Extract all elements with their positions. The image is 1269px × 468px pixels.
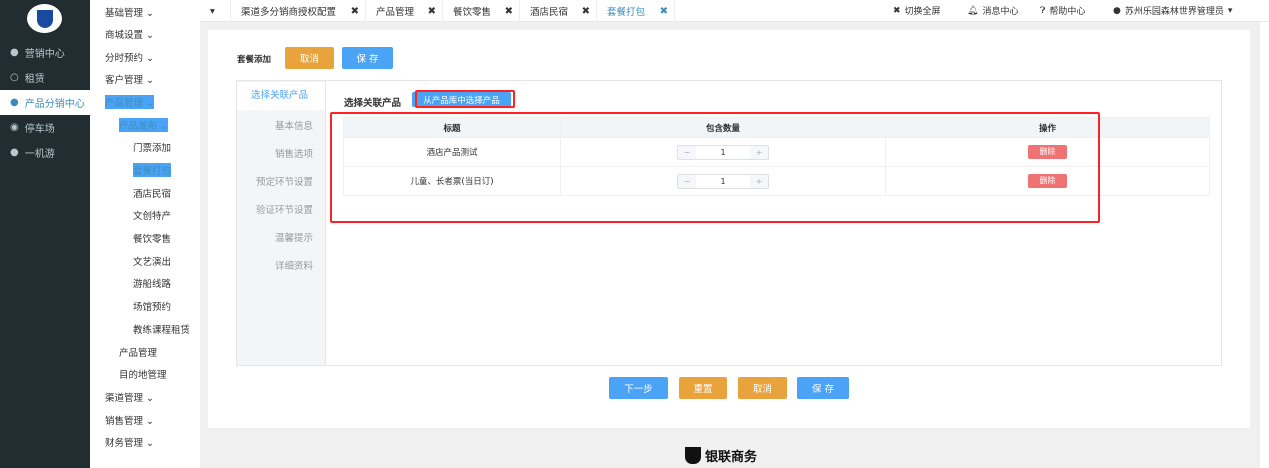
menu-customer[interactable]: 客户管理 ⌄ bbox=[105, 72, 154, 86]
main-sidebar: ● 营销中心 ○ 租赁 ● 产品分销中心 ◉ 停车场 ● 一机游 bbox=[0, 0, 90, 468]
menu-destination[interactable]: 目的地管理 bbox=[119, 367, 167, 381]
bell-icon: 🔔︎ bbox=[967, 5, 979, 16]
tab-hotel[interactable]: 酒店民宿 ✖ bbox=[519, 0, 596, 22]
caret-down-icon: ▾ bbox=[1227, 5, 1233, 16]
menu-hotel[interactable]: 酒店民宿 bbox=[133, 186, 171, 200]
user-icon: ● bbox=[10, 47, 19, 58]
step-tabs: 选择关联产品 基本信息 销售选项 预定环节设置 验证环节设置 温馨提示 详细资料 bbox=[237, 81, 326, 365]
sidebar-item-parking[interactable]: ◉ 停车场 bbox=[0, 115, 90, 140]
highlight-box bbox=[415, 90, 515, 108]
menu-timeslot[interactable]: 分时预约 ⌄ bbox=[105, 50, 154, 64]
step-tab-tips[interactable]: 温馨提示 bbox=[275, 230, 313, 244]
menu-sales[interactable]: 销售管理 ⌄ bbox=[105, 413, 154, 427]
close-icon[interactable]: ✖ bbox=[428, 6, 436, 17]
brand-logo-icon bbox=[685, 447, 701, 464]
menu-publish[interactable]: 产品发布 ⌄ bbox=[119, 118, 168, 132]
tab-channel-auth[interactable]: 渠道多分销商授权配置 ✖ bbox=[230, 0, 365, 22]
menu-package[interactable]: 套餐打包 bbox=[133, 163, 172, 177]
highlight-box bbox=[330, 112, 1100, 223]
tab-food[interactable]: 餐饮零售 ✖ bbox=[442, 0, 519, 22]
close-icon[interactable]: ✖ bbox=[582, 6, 590, 17]
step-tab-products[interactable]: 选择关联产品 bbox=[237, 82, 325, 110]
menu-show[interactable]: 文艺演出 bbox=[133, 254, 171, 268]
menu-product[interactable]: 产品管理 ⌄ bbox=[105, 95, 154, 109]
right-strip bbox=[1260, 22, 1269, 468]
user-icon: ● bbox=[10, 97, 19, 108]
tab-bar: ▾ 渠道多分销商授权配置 ✖ 产品管理 ✖ 餐饮零售 ✖ 酒店民宿 ✖ 套餐打包 ✖ ✖ 切… bbox=[200, 0, 1269, 22]
next-button[interactable]: 下一步 bbox=[609, 377, 668, 399]
messages-button[interactable]: 🔔︎ 消息中心 bbox=[967, 4, 1018, 18]
sidebar-item-rental[interactable]: ○ 租赁 bbox=[0, 65, 90, 90]
menu-venue[interactable]: 场馆预约 bbox=[133, 299, 171, 313]
menu-food[interactable]: 餐饮零售 bbox=[133, 231, 171, 245]
step-tab-sales[interactable]: 销售选项 bbox=[275, 146, 313, 160]
user-menu[interactable]: ● 苏州乐园森林世界管理员 ▾ bbox=[1113, 4, 1233, 18]
tab-product-mgmt[interactable]: 产品管理 ✖ bbox=[365, 0, 442, 22]
step-tab-details[interactable]: 详细资料 bbox=[275, 258, 313, 272]
disc-icon: ◉ bbox=[10, 122, 19, 133]
menu-ticket[interactable]: 门票添加 bbox=[133, 140, 171, 154]
user-icon: ● bbox=[1113, 5, 1121, 16]
close-icon[interactable]: ✖ bbox=[505, 6, 513, 17]
tab-dropdown[interactable]: ▾ bbox=[200, 0, 230, 22]
circle-icon: ○ bbox=[10, 72, 19, 83]
menu-channel[interactable]: 渠道管理 ⌄ bbox=[105, 390, 154, 404]
question-icon: ❓︎ bbox=[1040, 5, 1046, 16]
sidebar-item-tour[interactable]: ● 一机游 bbox=[0, 140, 90, 165]
close-icon[interactable]: ✖ bbox=[660, 6, 668, 17]
sidebar-item-marketing[interactable]: ● 营销中心 bbox=[0, 40, 90, 65]
menu-mall[interactable]: 商城设置 ⌄ bbox=[105, 27, 154, 41]
step-tab-verify[interactable]: 验证环节设置 bbox=[256, 202, 313, 216]
submenu: 基础管理 ⌄ 商城设置 ⌄ 分时预约 ⌄ 客户管理 ⌄ 产品管理 ⌄ 产品发布 … bbox=[90, 0, 200, 468]
menu-basic[interactable]: 基础管理 ⌄ bbox=[105, 5, 154, 19]
menu-boat[interactable]: 游船线路 bbox=[133, 276, 171, 290]
save-button[interactable]: 保 存 bbox=[342, 47, 393, 69]
user-icon: ● bbox=[10, 147, 19, 158]
cancel-button[interactable]: 取消 bbox=[738, 377, 787, 399]
menu-finance[interactable]: 财务管理 ⌄ bbox=[105, 435, 154, 449]
save-button[interactable]: 保 存 bbox=[797, 377, 849, 399]
fullscreen-button[interactable]: ✖ 切换全屏 bbox=[893, 4, 941, 18]
close-icon[interactable]: ✖ bbox=[351, 6, 359, 17]
page-title: 套餐添加 bbox=[237, 55, 272, 65]
section-title: 选择关联产品 bbox=[344, 98, 402, 109]
step-tab-booking[interactable]: 预定环节设置 bbox=[256, 174, 313, 188]
expand-icon: ✖ bbox=[893, 5, 901, 16]
sidebar-item-distribution[interactable]: ● 产品分销中心 bbox=[0, 90, 90, 115]
step-tab-basic[interactable]: 基本信息 bbox=[275, 118, 313, 132]
menu-creative[interactable]: 文创特产 bbox=[133, 208, 171, 222]
menu-product-mgmt[interactable]: 产品管理 bbox=[119, 345, 157, 359]
reset-button[interactable]: 重置 bbox=[679, 377, 727, 399]
logo bbox=[27, 4, 62, 33]
menu-coach[interactable]: 教练课程租赁 bbox=[133, 322, 190, 336]
tab-package[interactable]: 套餐打包 ✖ bbox=[596, 0, 675, 22]
cancel-button[interactable]: 取消 bbox=[285, 47, 334, 69]
help-button[interactable]: ❓︎ 帮助中心 bbox=[1040, 4, 1085, 18]
footer-brand: 银联商务 bbox=[685, 446, 757, 465]
